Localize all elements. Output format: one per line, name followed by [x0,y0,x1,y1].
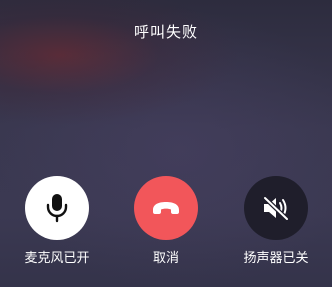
speaker-button[interactable] [244,176,308,240]
microphone-button[interactable] [25,176,89,240]
microphone-control: 麦克风已开 [17,176,97,268]
microphone-icon [46,194,68,223]
speaker-control: 扬声器已关 [236,176,316,268]
cancel-label: 取消 [152,251,179,266]
cancel-call-button[interactable] [134,176,198,240]
speaker-label: 扬声器已关 [243,251,309,266]
cancel-control: 取消 [126,176,206,268]
call-status-text: 呼叫失败 [133,23,198,41]
microphone-label: 麦克风已开 [24,251,90,266]
call-screen: 呼叫失败 麦克风已开 取消 扬声器已关 [0,0,332,287]
hang-up-icon [153,202,179,214]
speaker-muted-icon [262,195,290,221]
